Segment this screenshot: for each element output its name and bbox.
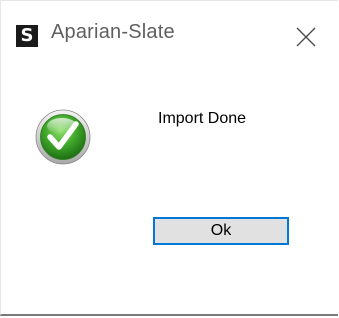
close-icon bbox=[296, 27, 316, 47]
ok-button[interactable]: Ok bbox=[153, 217, 289, 245]
window-title: Aparian-Slate bbox=[51, 21, 175, 43]
app-icon: S bbox=[16, 25, 38, 47]
title-bar[interactable]: S Aparian-Slate bbox=[1, 1, 339, 69]
dialog-window: S Aparian-Slate Import Done Ok bbox=[0, 0, 338, 316]
success-check-icon bbox=[35, 109, 91, 165]
close-button[interactable] bbox=[289, 20, 321, 52]
ok-button-label: Ok bbox=[210, 222, 232, 239]
dialog-message: Import Done bbox=[158, 110, 247, 127]
